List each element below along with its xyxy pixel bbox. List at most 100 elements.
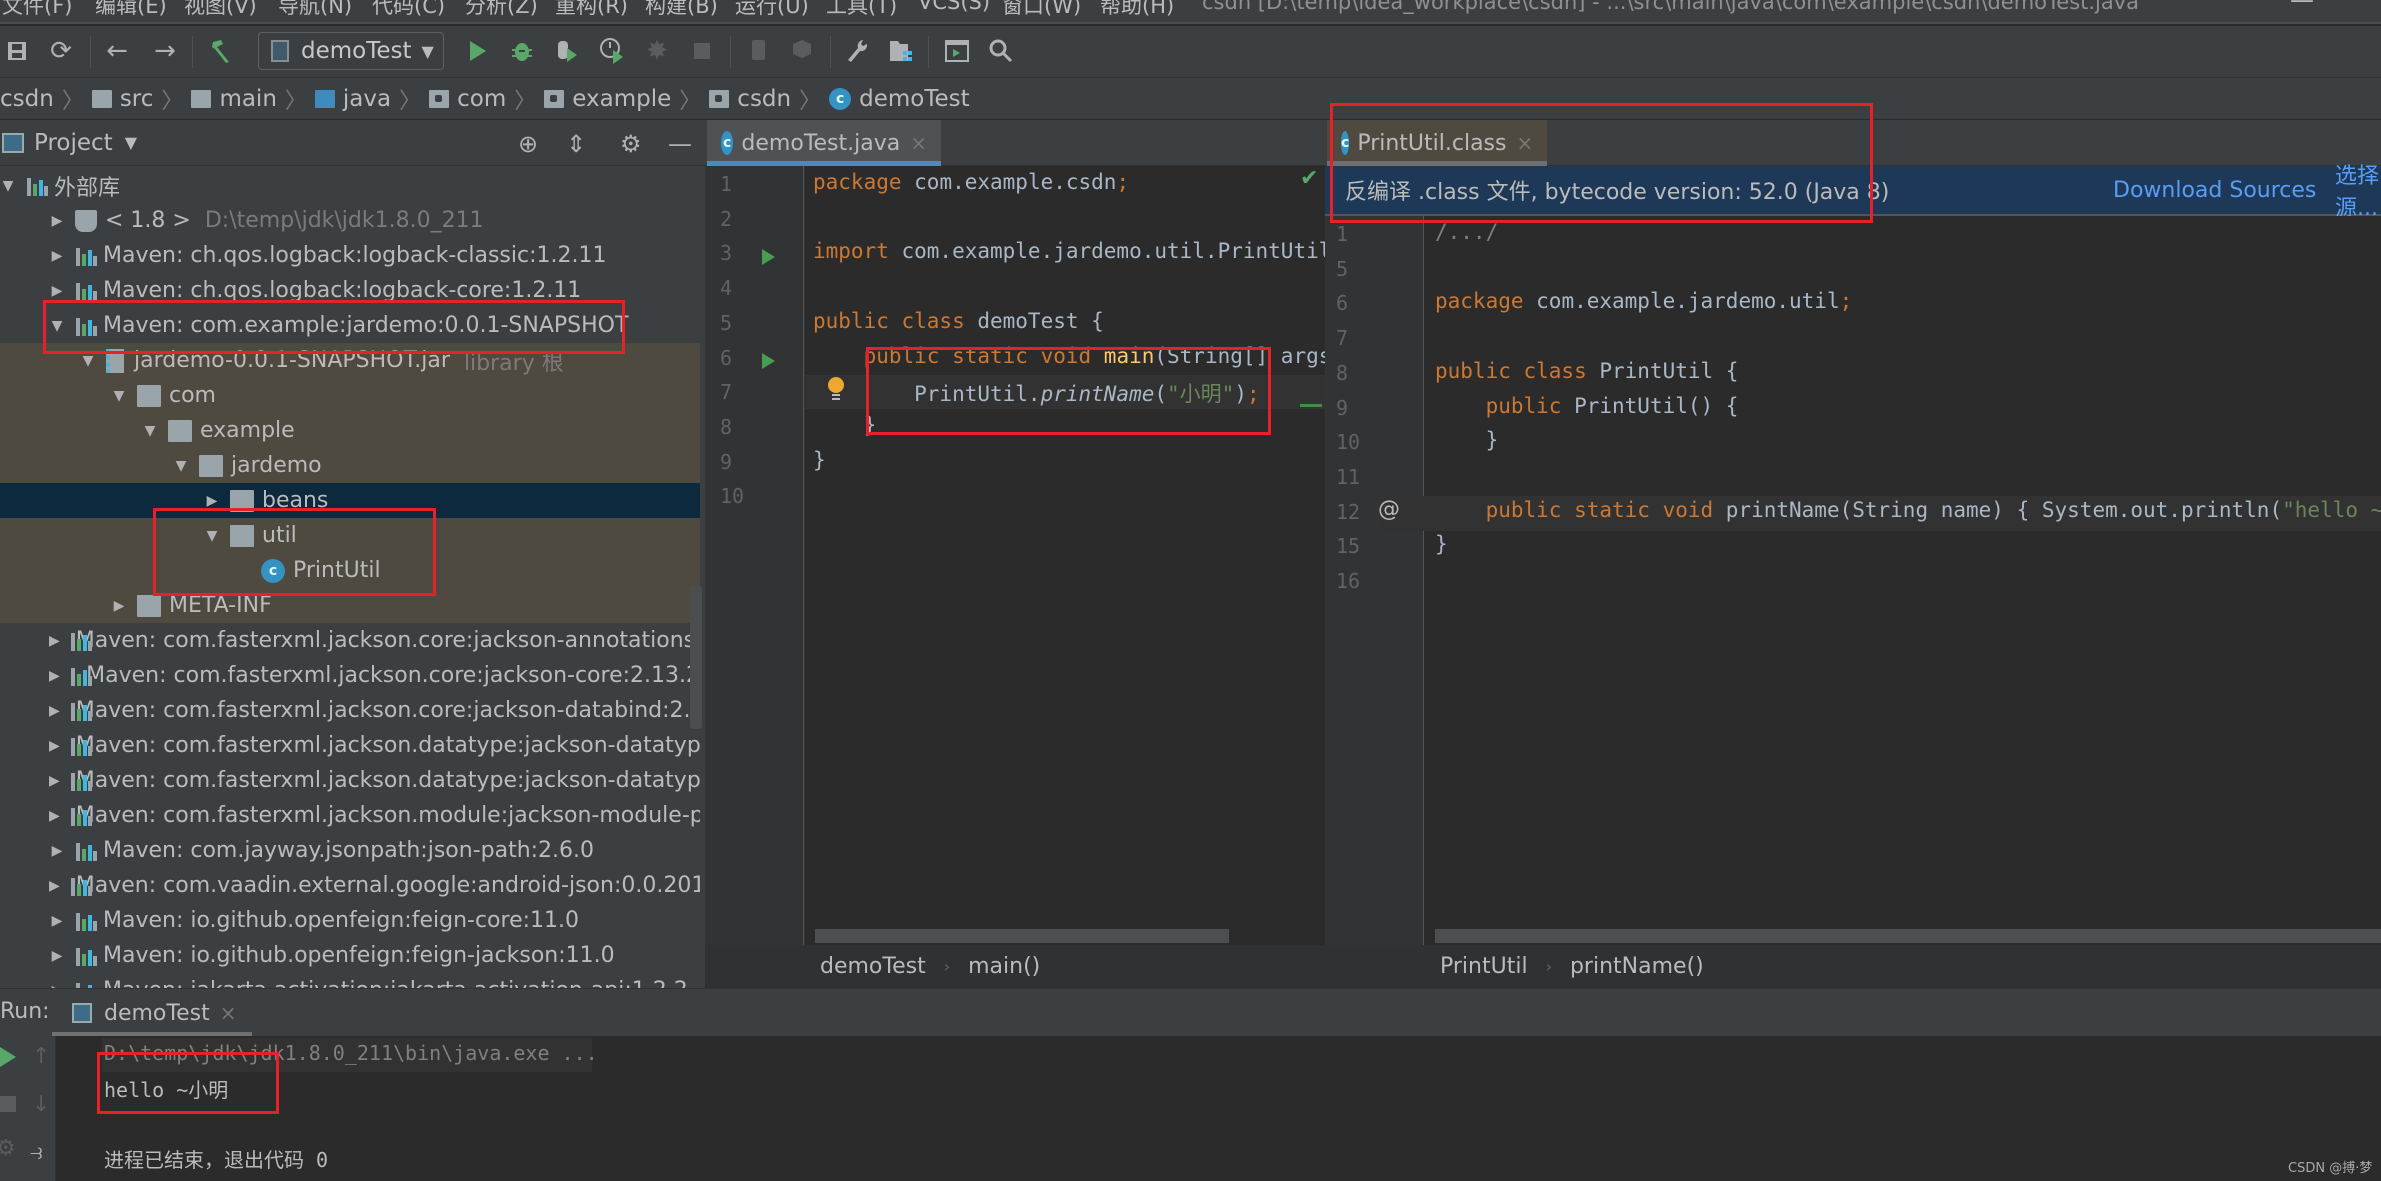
collapsed-arrow-icon[interactable]: ▶	[204, 493, 220, 509]
expanded-arrow-icon[interactable]: ▼	[173, 458, 189, 474]
tree-item[interactable]: ▶ Maven: io.github.openfeign:feign-core:1…	[0, 903, 700, 938]
tree-item[interactable]: ▶ Maven: com.fasterxml.jackson.datatype:j…	[0, 763, 700, 798]
download-sources-link[interactable]: Download Sources	[2113, 178, 2316, 203]
nav-crumb-csdn[interactable]: csdn	[709, 86, 791, 112]
collapsed-arrow-icon[interactable]: ▶	[49, 283, 65, 299]
tree-item[interactable]: ▶ Maven: com.fasterxml.jackson.module:jac…	[0, 798, 700, 833]
menu-run[interactable]: 运行(U)	[735, 0, 809, 20]
back-icon[interactable]: ←	[100, 34, 134, 68]
right-editor-hscrollbar[interactable]	[1435, 929, 2381, 943]
tree-item[interactable]: ▼ com	[0, 378, 700, 413]
collapsed-arrow-icon[interactable]: ▶	[49, 703, 60, 719]
profile-icon[interactable]	[595, 34, 629, 68]
tree-item[interactable]: ▶Maven: jakarta.activation:jakarta.activ…	[0, 973, 700, 988]
run-gutter-icon[interactable]	[760, 248, 776, 270]
project-view-selector[interactable]: Project	[34, 130, 113, 156]
tree-item[interactable]: ▼ util	[0, 518, 700, 553]
tree-item[interactable]: ▼ example	[0, 413, 700, 448]
run-tab-demotest[interactable]: demoTest ×	[52, 989, 252, 1037]
close-icon[interactable]: ×	[1516, 131, 1533, 155]
tree-item[interactable]: ▶ Maven: com.vaadin.external.google:andro…	[0, 868, 700, 903]
right-editor-content[interactable]	[1424, 216, 2381, 945]
menu-window[interactable]: 窗口(W)	[1002, 0, 1081, 20]
collapsed-arrow-icon[interactable]: ▶	[49, 213, 65, 229]
console-output[interactable]: D:\temp\jdk\jdk1.8.0_211\bin\java.exe ..…	[56, 1036, 2381, 1181]
tree-item[interactable]: ▶ Maven: com.fasterxml.jackson.core:jacks…	[0, 658, 700, 693]
tree-item[interactable]: ▶ Maven: com.fasterxml.jackson.core:jacks…	[0, 623, 700, 658]
run-anything-icon[interactable]	[940, 34, 974, 68]
menu-vcs[interactable]: VCS(S)	[918, 0, 990, 14]
build-hammer-icon[interactable]	[204, 34, 238, 68]
menu-help[interactable]: 帮助(H)	[1100, 0, 1174, 20]
settings-icon[interactable]: ⚙	[0, 1136, 16, 1161]
intention-bulb-icon[interactable]	[826, 376, 846, 406]
collapsed-arrow-icon[interactable]: ▶	[49, 668, 60, 684]
collapsed-arrow-icon[interactable]: ▶	[49, 248, 65, 264]
run-configuration-select[interactable]: demoTest ▼	[258, 32, 444, 70]
scroll-up-icon[interactable]: ↑	[32, 1044, 50, 1069]
menu-navigate[interactable]: 导航(N)	[278, 0, 352, 20]
hide-panel-icon[interactable]: —	[668, 130, 692, 158]
project-scrollbar[interactable]	[690, 586, 702, 729]
forward-icon[interactable]: →	[148, 34, 182, 68]
tree-item[interactable]: ▼ Maven: com.example:jardemo:0.0.1-SNAPSH…	[0, 308, 700, 343]
crumb-class[interactable]: PrintUtil	[1440, 954, 1528, 979]
expanded-arrow-icon[interactable]: ▼	[49, 318, 65, 334]
scroll-down-icon[interactable]: ↓	[32, 1092, 50, 1117]
save-icon[interactable]	[0, 34, 34, 68]
tree-item[interactable]: ▶ Maven: io.github.openfeign:feign-jackso…	[0, 938, 700, 973]
nav-crumb-com[interactable]: com	[429, 86, 506, 112]
tree-item[interactable]: ▶ META-INF	[0, 588, 700, 623]
locate-target-icon[interactable]: ⊕	[518, 130, 538, 158]
search-icon[interactable]	[984, 34, 1018, 68]
crumb-class[interactable]: demoTest	[820, 954, 926, 979]
tree-item[interactable]: ▶ Maven: ch.qos.logback:logback-classic:1…	[0, 238, 700, 273]
tree-item[interactable]: ▶ Maven: com.fasterxml.jackson.datatype:j…	[0, 728, 700, 763]
override-gutter-icon[interactable]: @	[1378, 497, 1400, 522]
collapsed-arrow-icon[interactable]: ▶	[49, 808, 60, 824]
settings-wrench-icon[interactable]	[840, 34, 874, 68]
tree-item[interactable]: ▼ jardemo	[0, 448, 700, 483]
collapse-all-icon[interactable]: ⇕	[566, 130, 586, 158]
left-editor-content[interactable]	[805, 166, 1325, 945]
nav-crumb-project[interactable]: csdn	[0, 86, 54, 112]
expanded-arrow-icon[interactable]: ▼	[111, 388, 127, 404]
expanded-arrow-icon[interactable]: ▼	[142, 423, 158, 439]
nav-crumb-main[interactable]: main	[191, 86, 277, 112]
tree-item[interactable]: ▼ 外部库	[0, 168, 700, 203]
nav-crumb-demotest[interactable]: c demoTest	[829, 86, 970, 112]
run-icon[interactable]	[460, 34, 494, 68]
menu-build[interactable]: 构建(B)	[645, 0, 718, 20]
project-structure-icon[interactable]	[884, 34, 918, 68]
collapsed-arrow-icon[interactable]: ▶	[49, 878, 60, 894]
tree-item[interactable]: ▶ Maven: com.fasterxml.jackson.core:jacks…	[0, 693, 700, 728]
sync-icon[interactable]: ⟳	[44, 34, 78, 68]
minimize-button[interactable]: —	[2290, 0, 2314, 14]
crumb-method[interactable]: printName()	[1570, 954, 1704, 979]
tab-printutil-class[interactable]: c PrintUtil.class ×	[1327, 120, 1547, 166]
menu-view[interactable]: 视图(V)	[184, 0, 257, 20]
close-icon[interactable]: ×	[910, 131, 927, 155]
tree-item[interactable]: ▶ < 1.8 > D:\temp\jdk\jdk1.8.0_211	[0, 203, 700, 238]
collapsed-arrow-icon[interactable]: ▶	[111, 598, 127, 614]
crumb-method[interactable]: main()	[968, 954, 1040, 979]
soft-wrap-icon[interactable]: ⥽	[30, 1140, 42, 1165]
menu-tools[interactable]: 工具(T)	[826, 0, 897, 20]
expanded-arrow-icon[interactable]: ▼	[204, 528, 220, 544]
menu-edit[interactable]: 编辑(E)	[95, 0, 167, 20]
nav-crumb-java[interactable]: java	[314, 86, 391, 112]
expanded-arrow-icon[interactable]: ▼	[80, 353, 96, 369]
tree-item[interactable]: ▼ jardemo-0.0.1-SNAPSHOT.jar library 根	[0, 343, 700, 378]
run-gutter-icon[interactable]	[760, 352, 776, 374]
collapsed-arrow-icon[interactable]: ▶	[49, 948, 65, 964]
collapsed-arrow-icon[interactable]: ▶	[49, 913, 65, 929]
left-editor-hscrollbar[interactable]	[815, 929, 1229, 943]
coverage-icon[interactable]	[550, 34, 584, 68]
menu-analyze[interactable]: 分析(Z)	[465, 0, 538, 20]
tree-item[interactable]: ▶ beans	[0, 483, 700, 518]
tree-item[interactable]: ▶ Maven: ch.qos.logback:logback-core:1.2.…	[0, 273, 700, 308]
collapsed-arrow-icon[interactable]: ▶	[49, 738, 60, 754]
menu-refactor[interactable]: 重构(R)	[555, 0, 628, 20]
tree-item[interactable]: c PrintUtil	[0, 553, 700, 588]
tree-item[interactable]: ▶ Maven: com.jayway.jsonpath:json-path:2.…	[0, 833, 700, 868]
